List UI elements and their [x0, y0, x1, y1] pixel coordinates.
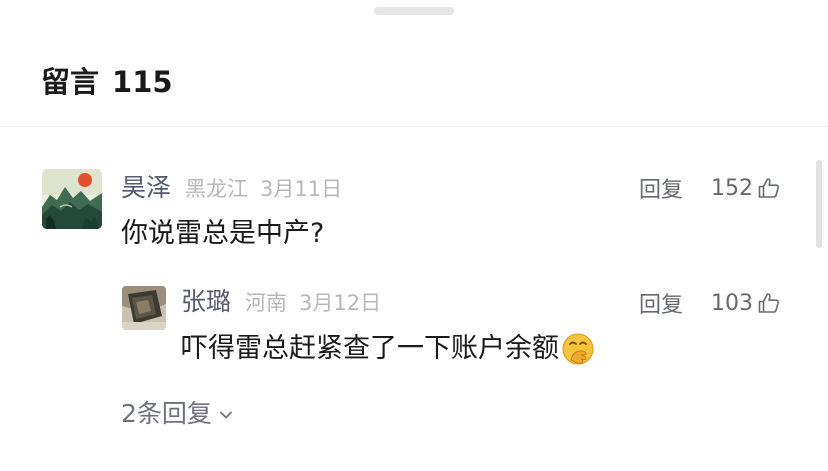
more-replies-button[interactable]: 2条回复 — [121, 397, 234, 431]
comment-date: 3月11日 — [260, 177, 343, 201]
header-divider — [0, 126, 828, 127]
thumbs-up-icon — [758, 293, 780, 313]
reply-like-button[interactable]: 103 — [711, 291, 781, 316]
like-button[interactable]: 152 — [711, 176, 781, 201]
comment-text: 你说雷总是中产? — [121, 218, 325, 249]
like-count: 152 — [711, 175, 754, 201]
hand-over-mouth-emoji-icon — [562, 333, 594, 365]
comment-author-name[interactable]: 昊泽 — [121, 172, 171, 204]
comment-author-row: 昊泽 黑龙江 3月11日 — [121, 172, 354, 205]
reply-like-count: 103 — [711, 290, 754, 316]
comment-actions: 回复 152 — [639, 173, 781, 203]
reply-author-name[interactable]: 张璐 — [181, 286, 231, 318]
reply-actions: 回复 103 — [639, 288, 781, 318]
comments-title: 留言 — [41, 65, 100, 99]
commenter-avatar[interactable] — [42, 169, 102, 229]
drag-handle[interactable] — [374, 7, 454, 15]
comments-count: 115 — [112, 65, 173, 99]
reply-location: 河南 — [245, 291, 288, 315]
reply-text: 吓得雷总赶紧查了一下账户余额 — [181, 333, 559, 364]
reply-to-reply-button[interactable]: 回复 — [639, 287, 683, 319]
photo-avatar-icon — [122, 286, 166, 330]
more-replies-label: 2条回复 — [121, 399, 212, 428]
reply-text-row: 吓得雷总赶紧查了一下账户余额 — [181, 330, 595, 368]
comments-header: 留言 115 — [41, 64, 173, 100]
comment-location: 黑龙江 — [185, 177, 249, 201]
reply-date: 3月12日 — [299, 291, 382, 315]
comments-sheet: 留言 115 昊泽 黑龙江 3月11日 回复 152 你说雷总是中产? 张璐 河… — [0, 0, 828, 471]
scrollbar[interactable] — [816, 160, 822, 248]
reply-author-row: 张璐 河南 3月12日 — [181, 286, 393, 319]
thumbs-up-icon — [758, 178, 780, 198]
reply-button[interactable]: 回复 — [639, 172, 683, 204]
chevron-down-icon — [220, 411, 232, 419]
replier-avatar[interactable] — [122, 286, 166, 330]
landscape-painting-avatar-icon — [42, 169, 102, 229]
